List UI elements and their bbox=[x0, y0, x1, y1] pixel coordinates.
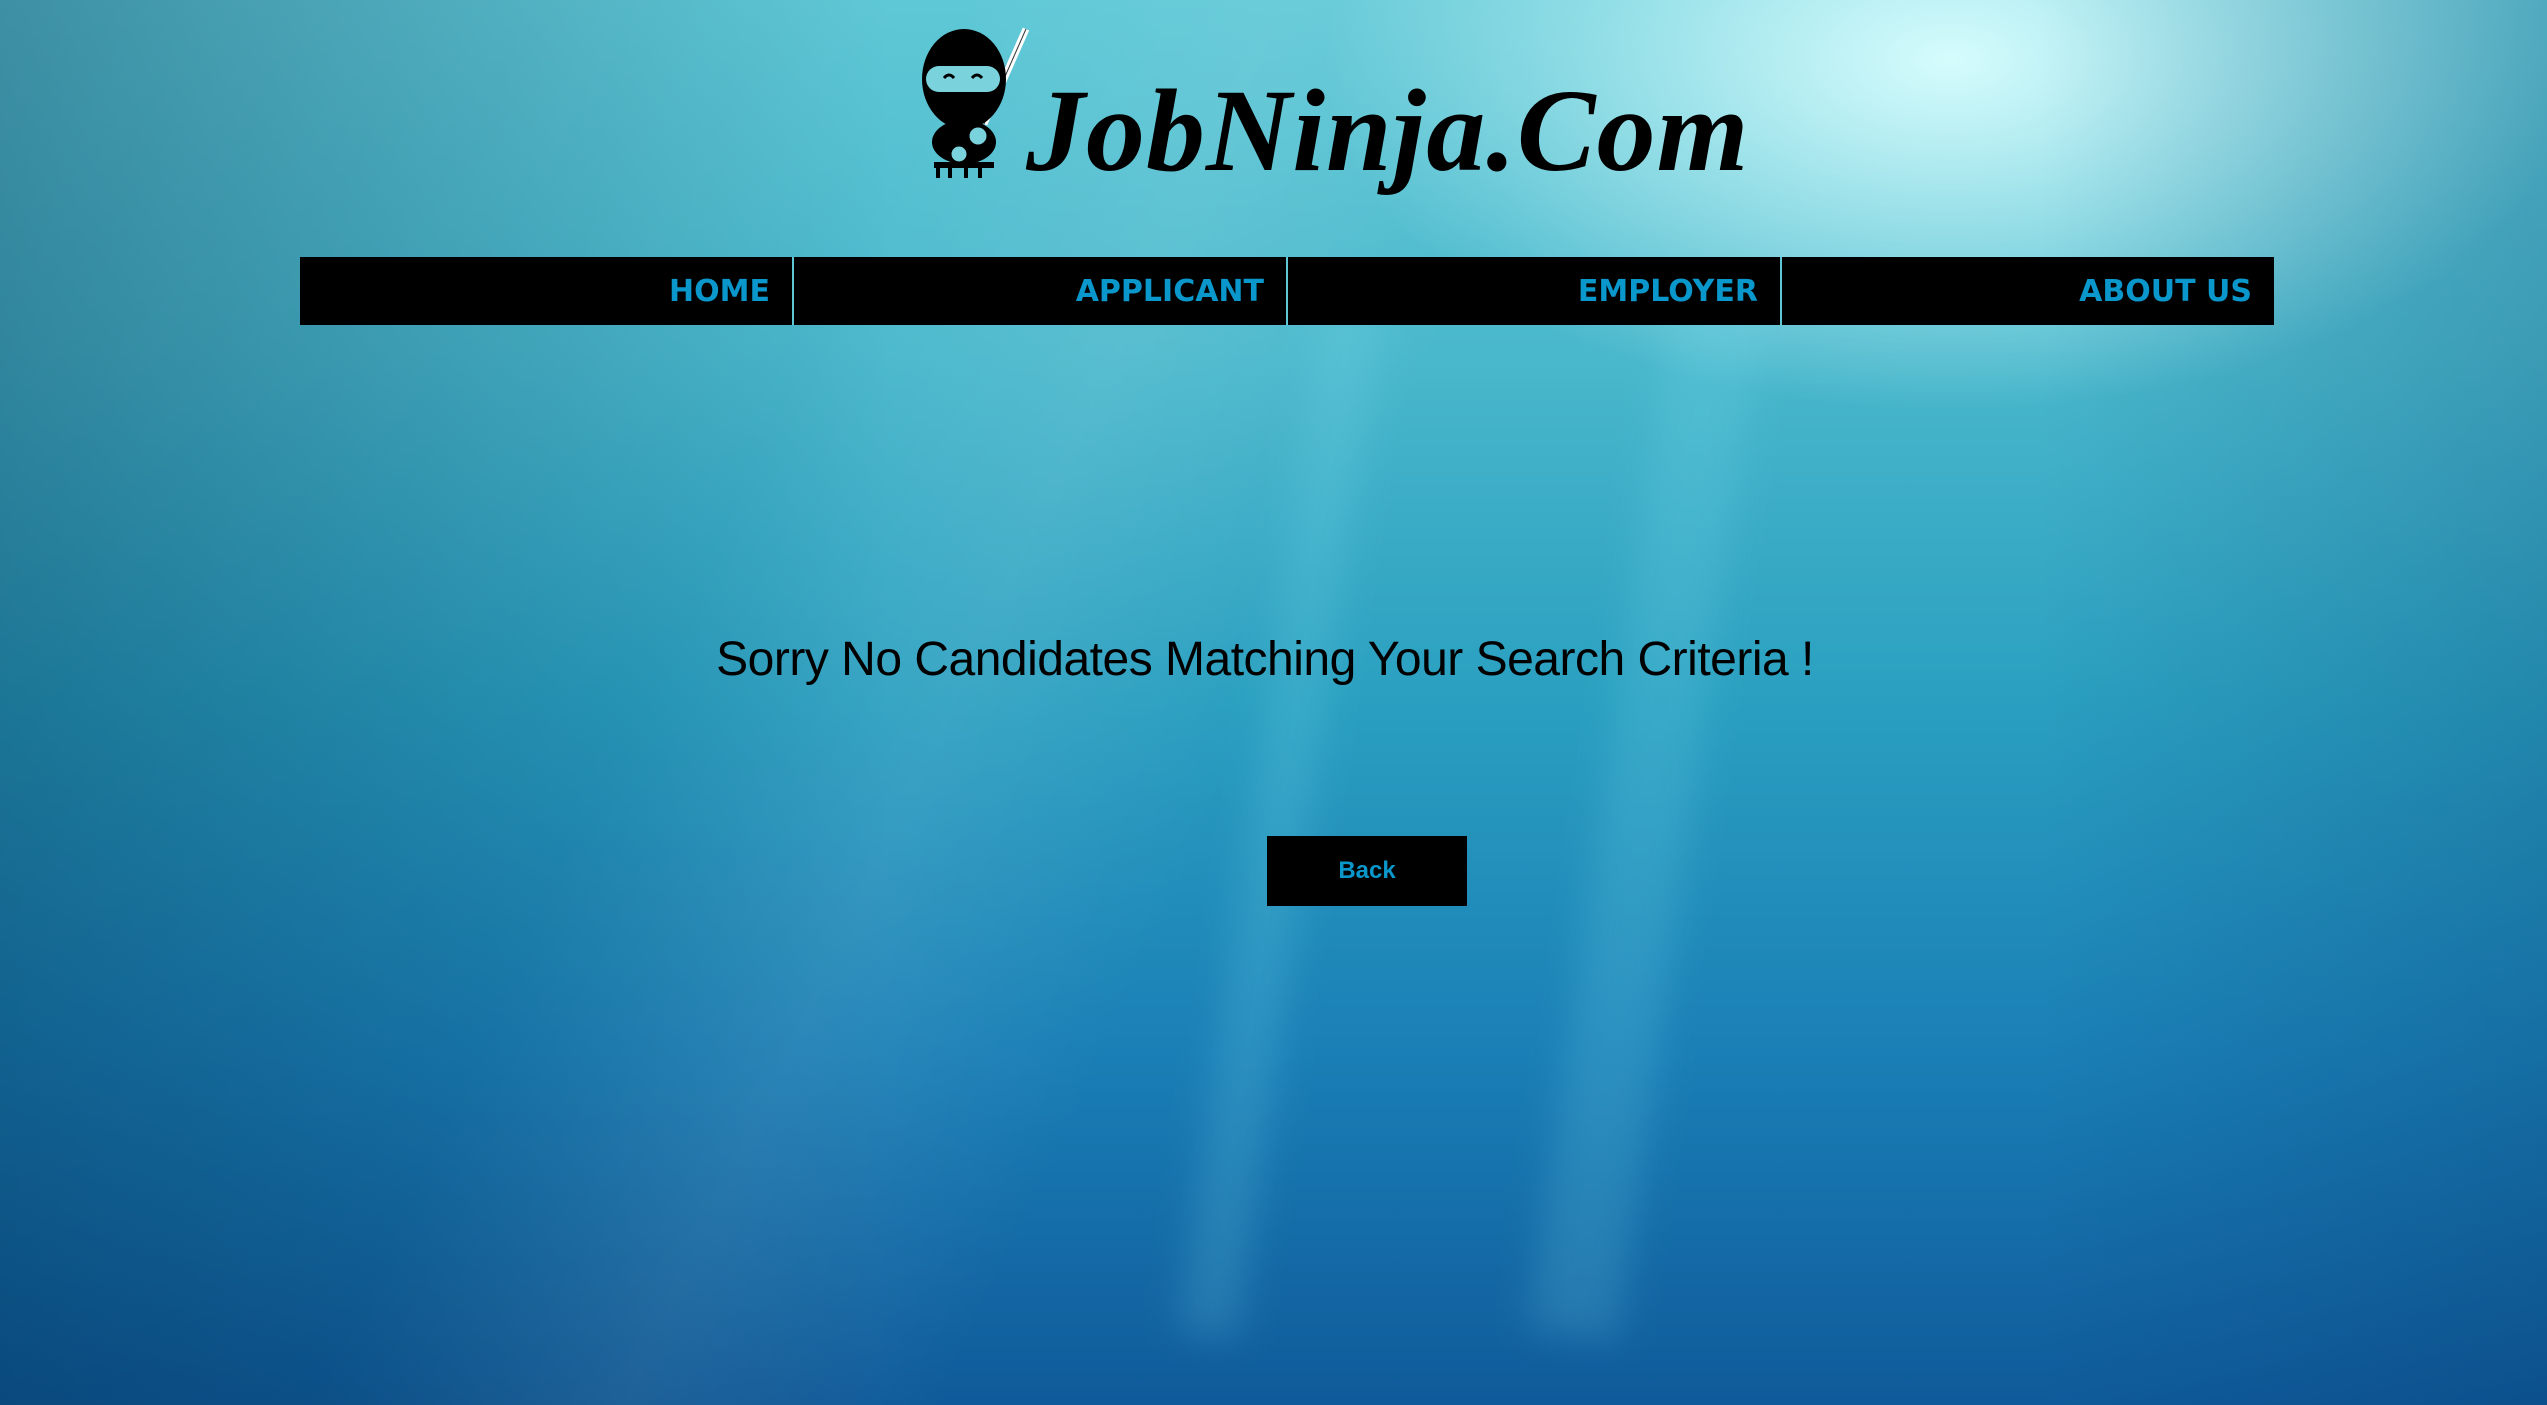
nav-about-us[interactable]: ABOUT US bbox=[1780, 257, 2274, 325]
site-logo[interactable]: JobNinja.Com bbox=[914, 24, 1749, 190]
logo-text: JobNinja.Com bbox=[1026, 65, 1750, 196]
nav-applicant[interactable]: APPLICANT bbox=[792, 257, 1286, 325]
nav-employer[interactable]: EMPLOYER bbox=[1286, 257, 1780, 325]
no-results-message: Sorry No Candidates Matching Your Search… bbox=[716, 633, 1814, 686]
nav-home[interactable]: HOME bbox=[300, 257, 792, 325]
main-nav: HOME APPLICANT EMPLOYER ABOUT US bbox=[300, 257, 2274, 325]
ninja-icon bbox=[922, 27, 1030, 178]
light-ray bbox=[1528, 298, 1762, 1342]
light-ray bbox=[1177, 300, 1383, 1340]
back-button[interactable]: Back bbox=[1267, 836, 1467, 906]
